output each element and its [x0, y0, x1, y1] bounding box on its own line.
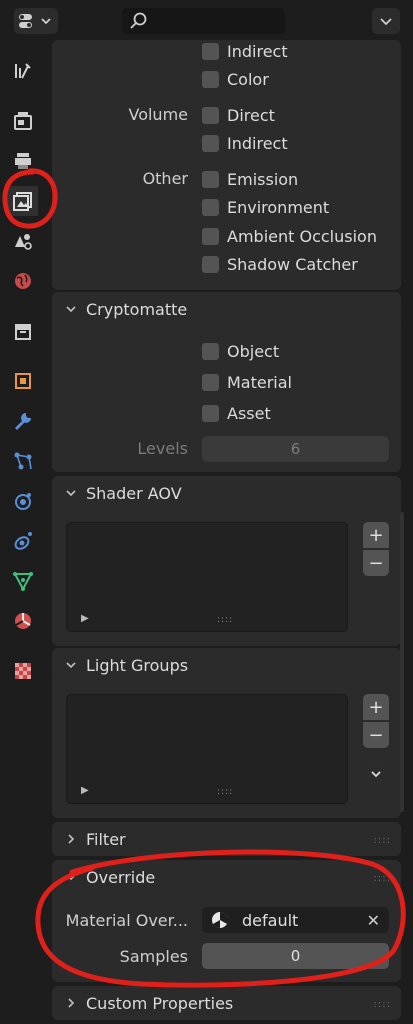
texture-icon — [15, 663, 31, 679]
levels-label: Levels — [137, 439, 188, 458]
tab-world[interactable] — [8, 266, 38, 296]
drag-handle-icon[interactable]: :::: — [374, 999, 391, 1010]
material-override-field[interactable]: default ✕ — [202, 907, 389, 933]
crypto-asset[interactable]: Asset — [202, 402, 271, 424]
scene-icon — [15, 234, 32, 250]
tab-physics[interactable] — [8, 486, 38, 516]
render-icon — [14, 112, 32, 130]
tab-render[interactable] — [8, 106, 38, 136]
light-group-add-button[interactable]: + — [363, 694, 389, 720]
pass-light-color[interactable]: Color — [202, 68, 269, 90]
world-icon — [15, 273, 31, 289]
material-icon — [15, 613, 31, 629]
checkbox[interactable] — [202, 373, 219, 391]
mesh-data-icon — [13, 572, 33, 592]
tab-scene[interactable] — [8, 226, 38, 256]
checkbox[interactable] — [202, 198, 219, 216]
pass-emission[interactable]: Emission — [202, 168, 298, 190]
checkbox[interactable] — [202, 170, 219, 188]
constraints-icon — [14, 532, 32, 550]
chevron-right-icon — [64, 996, 78, 1010]
pass-volume-direct[interactable]: Direct — [202, 104, 275, 126]
chevron-down-icon — [64, 302, 78, 316]
pass-ambient-occlusion[interactable]: Ambient Occlusion — [202, 225, 377, 247]
drag-handle-icon[interactable]: :::: — [374, 835, 391, 846]
tab-constraints[interactable] — [8, 526, 38, 556]
tab-view-layer[interactable] — [8, 186, 38, 216]
search-icon — [130, 12, 147, 29]
editor-type-icon — [19, 14, 51, 28]
aov-remove-button[interactable]: − — [363, 550, 389, 576]
shader-aov-list[interactable]: ▶ :::: — [66, 522, 348, 632]
cryptomatte-header[interactable]: Cryptomatte — [52, 292, 401, 326]
light-group-specials-button[interactable] — [363, 761, 389, 787]
resize-grip-icon[interactable]: :::: — [217, 787, 233, 797]
view-layer-icon — [13, 192, 32, 211]
levels-field[interactable]: 6 — [202, 436, 389, 462]
chevron-down-icon — [64, 486, 78, 500]
filter-header[interactable]: Filter :::: — [52, 822, 401, 856]
editor-type-button[interactable] — [14, 8, 58, 34]
tab-particles[interactable] — [8, 446, 38, 476]
checkbox[interactable] — [202, 227, 219, 245]
checkbox[interactable] — [202, 342, 219, 360]
light-groups-list[interactable]: ▶ :::: — [66, 694, 348, 804]
expand-triangle-icon[interactable]: ▶ — [81, 613, 89, 624]
crypto-object[interactable]: Object — [202, 340, 279, 362]
expand-triangle-icon[interactable]: ▶ — [81, 785, 89, 796]
tab-material[interactable] — [8, 606, 38, 636]
clear-icon[interactable]: ✕ — [367, 911, 380, 930]
properties-header — [0, 0, 413, 40]
pass-shadow-catcher[interactable]: Shadow Catcher — [202, 253, 358, 275]
pass-volume-indirect[interactable]: Indirect — [202, 132, 288, 154]
tab-collection[interactable] — [8, 316, 38, 346]
tab-output[interactable] — [8, 146, 38, 176]
physics-icon — [15, 493, 31, 510]
checkbox[interactable] — [202, 255, 219, 273]
aov-add-button[interactable]: + — [363, 522, 389, 548]
drag-handle-icon[interactable]: :::: — [374, 873, 391, 884]
scrollbar[interactable] — [400, 512, 404, 812]
custom-properties-section: Custom Properties :::: — [52, 986, 401, 1020]
resize-grip-icon[interactable]: :::: — [217, 615, 233, 625]
volume-group-label: Volume — [128, 105, 188, 124]
material-override-label: Material Over... — [65, 911, 188, 930]
samples-label: Samples — [119, 947, 188, 966]
output-icon — [15, 153, 31, 169]
tool-icon — [15, 63, 31, 79]
custom-properties-header[interactable]: Custom Properties :::: — [52, 986, 401, 1020]
tab-texture[interactable] — [8, 656, 38, 686]
chevron-down-icon — [371, 771, 381, 778]
pass-environment[interactable]: Environment — [202, 196, 329, 218]
other-group-label: Other — [142, 169, 188, 188]
tab-object[interactable] — [8, 366, 38, 396]
checkbox[interactable] — [202, 42, 219, 60]
tab-modifiers[interactable] — [8, 406, 38, 436]
panel-options-dropdown[interactable] — [372, 8, 400, 34]
tab-tool[interactable] — [8, 56, 38, 86]
checkbox[interactable] — [202, 404, 219, 422]
particles-icon — [14, 452, 32, 470]
search-field[interactable] — [122, 8, 285, 34]
collection-icon — [15, 324, 31, 340]
light-groups-header[interactable]: Light Groups — [52, 648, 401, 682]
material-icon — [212, 911, 229, 929]
pass-light-indirect[interactable]: Indirect — [202, 40, 288, 62]
samples-field[interactable]: 0 — [202, 943, 389, 969]
checkbox[interactable] — [202, 70, 219, 88]
override-header[interactable]: Override :::: — [52, 860, 401, 894]
object-icon — [15, 373, 31, 389]
light-group-remove-button[interactable]: − — [363, 722, 389, 748]
chevron-down-icon — [64, 870, 78, 884]
checkbox[interactable] — [202, 106, 219, 124]
tab-data[interactable] — [8, 566, 38, 596]
chevron-down-icon — [380, 18, 392, 26]
filter-section: Filter :::: — [52, 822, 401, 856]
crypto-material[interactable]: Material — [202, 371, 292, 393]
chevron-right-icon — [64, 832, 78, 846]
wrench-icon — [15, 412, 31, 430]
checkbox[interactable] — [202, 134, 219, 152]
chevron-down-icon — [64, 658, 78, 672]
shader-aov-header[interactable]: Shader AOV — [52, 476, 401, 510]
